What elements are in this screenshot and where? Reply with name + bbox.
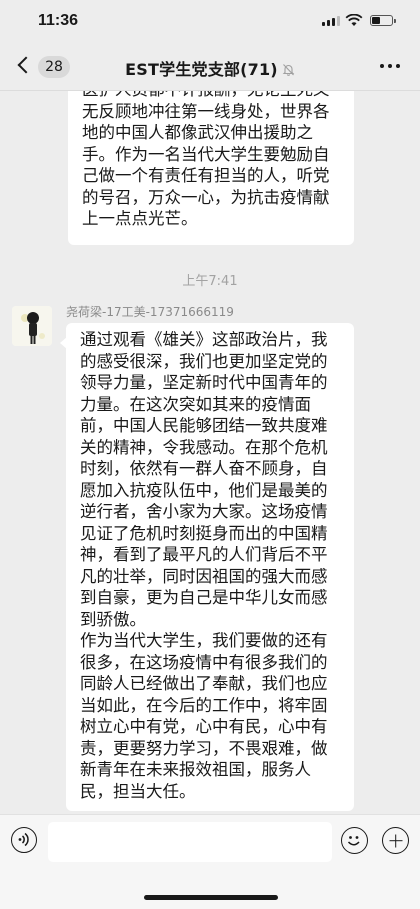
chat-header: 28 EST学生党支部(71) (0, 44, 420, 91)
message-timestamp: 上午7:41 (182, 274, 238, 289)
voice-button[interactable] (11, 827, 37, 853)
more-dots-icon (380, 64, 384, 68)
bell-slash-icon (282, 64, 295, 76)
plus-button[interactable] (382, 827, 409, 854)
message-bubble[interactable]: 医护人员都不计报酬，无论生死义无反顾地冲往第一线身处，世界各地的中国人都像武汉伸… (68, 91, 354, 245)
emoji-icon (347, 836, 360, 846)
wifi-icon (345, 14, 363, 26)
voice-icon (18, 832, 29, 847)
message-input[interactable] (48, 822, 332, 862)
battery-icon (370, 15, 396, 26)
emoji-button[interactable] (341, 827, 368, 854)
message-text: 医护人员都不计报酬，无论生死义无反顾地冲往第一线身处，世界各地的中国人都像武汉伸… (82, 91, 330, 228)
signal-icon (322, 16, 340, 26)
message-bubble[interactable]: 通过观看《雄关》这部政治片，我的感受很深，我们也更加坚定党的领导力量，坚定新时代… (60, 323, 354, 811)
sender-name: 尧荷梁-17工美-17371666119 (66, 305, 234, 319)
status-time: 11:36 (38, 12, 79, 29)
message-list[interactable]: 医护人员都不计报酬，无论生死义无反顾地冲往第一线身处，世界各地的中国人都像武汉伸… (0, 91, 420, 815)
message-paragraph: 作为当代大学生，我们要做的还有很多，在这场疫情中有很多我们的同龄人已经做出了奉献… (80, 631, 328, 801)
home-indicator[interactable] (144, 895, 278, 900)
chat-title-text: EST学生党支部(71) (125, 60, 278, 79)
message-paragraph: 通过观看《雄关》这部政治片，我的感受很深，我们也更加坚定党的领导力量，坚定新时代… (80, 330, 328, 629)
avatar[interactable] (12, 306, 52, 346)
status-bar: 11:36 (0, 0, 420, 44)
more-options-button[interactable] (380, 64, 400, 68)
input-bar (0, 814, 420, 909)
chat-title: EST学生党支部(71) (0, 56, 420, 80)
avatar-image (12, 306, 52, 346)
